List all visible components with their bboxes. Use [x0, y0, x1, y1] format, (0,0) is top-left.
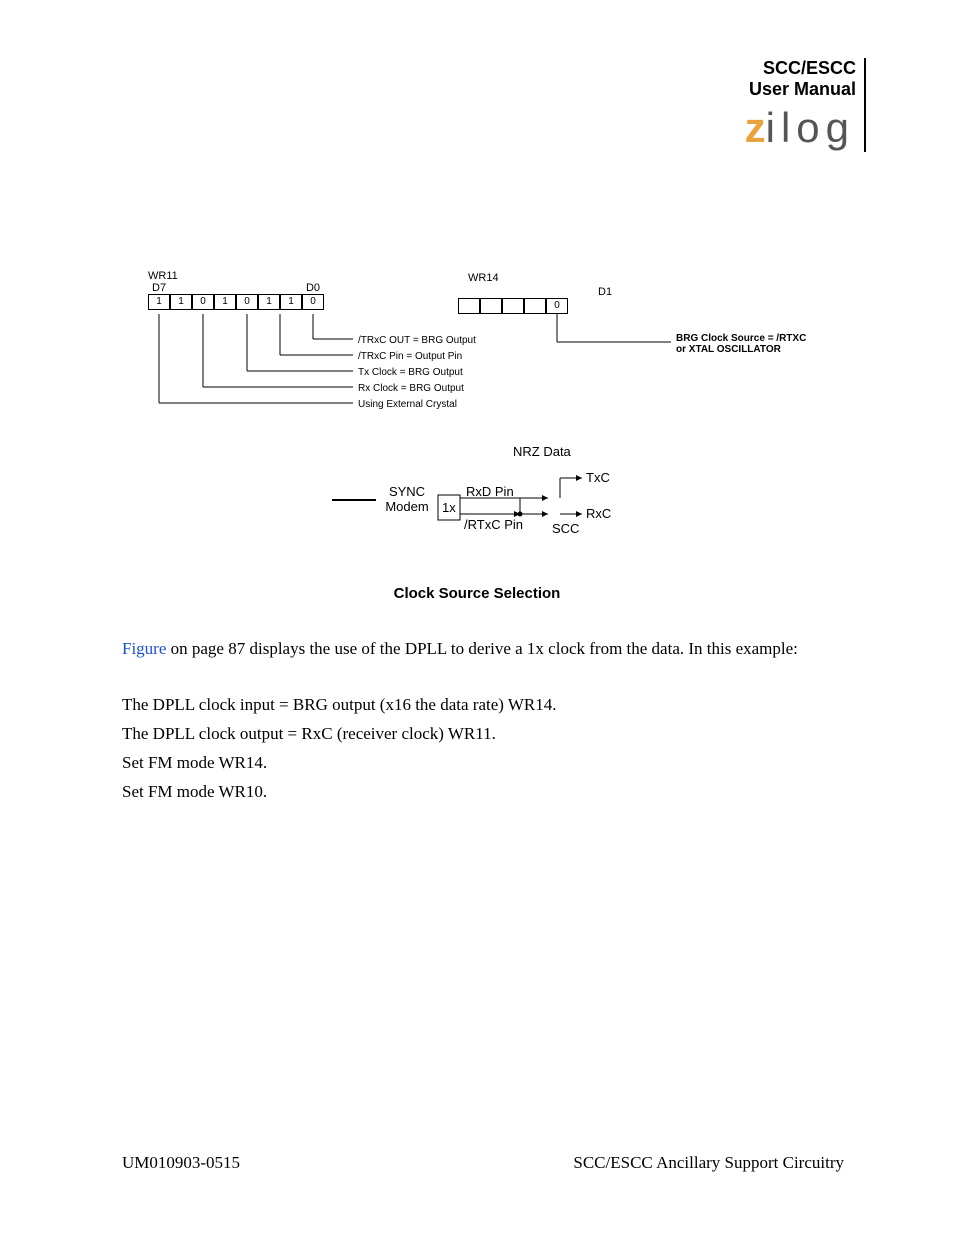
header-vertical-rule	[864, 58, 866, 152]
wr11-bit-5: 0	[192, 294, 214, 310]
wr11-bit-4: 1	[214, 294, 236, 310]
body-line-4: Set FM mode WR14.	[122, 751, 842, 775]
wr11-note-1: /TRxC Pin = Output Pin	[358, 349, 476, 365]
scc-label: SCC	[552, 521, 579, 536]
wr11-msb-label: D7	[152, 282, 166, 294]
wr14-bit-blank-3	[480, 298, 502, 314]
one-x-label: 1x	[442, 500, 456, 515]
wr14-label: WR14	[468, 272, 568, 284]
zilog-logo: zilog	[745, 104, 855, 152]
wr14-bit-0: 0	[546, 298, 568, 314]
wr11-note-4: Using External Crystal	[358, 397, 476, 413]
figure-caption: Clock Source Selection	[0, 585, 954, 602]
wr14-bit-blank-2	[502, 298, 524, 314]
body-p1-rest: on page 87 displays the use of the DPLL …	[166, 639, 798, 658]
body-line-3: The DPLL clock output = RxC (receiver cl…	[122, 722, 842, 746]
figure-cross-reference[interactable]: Figure	[122, 639, 166, 658]
wr14-note: BRG Clock Source = /RTXC or XTAL OSCILLA…	[676, 333, 806, 355]
doc-title-line2: User Manual	[749, 79, 856, 100]
wr11-label: WR11	[148, 270, 324, 282]
wr11-bit-2: 1	[258, 294, 280, 310]
wr11-bit-6: 1	[170, 294, 192, 310]
wr11-note-2: Tx Clock = BRG Output	[358, 365, 476, 381]
body-line-5: Set FM mode WR10.	[122, 780, 842, 804]
wr11-bit-1: 1	[280, 294, 302, 310]
footer-doc-number: UM010903-0515	[122, 1153, 240, 1173]
wr11-bit-7: 1	[148, 294, 170, 310]
logo-accent-letter: z	[745, 104, 766, 151]
wr14-bit-blank-1	[524, 298, 546, 314]
logo-rest: ilog	[766, 104, 855, 151]
txc-label: TxC	[586, 470, 610, 485]
wr14-bit-blank-4	[458, 298, 480, 314]
wr11-note-3: Rx Clock = BRG Output	[358, 381, 476, 397]
wr11-leader-lines	[148, 314, 358, 424]
wr11-lsb-label: D0	[306, 282, 320, 294]
wr11-note-0: /TRxC OUT = BRG Output	[358, 333, 476, 349]
doc-title-line1: SCC/ESCC	[749, 58, 856, 79]
wr14-leader-line	[546, 314, 676, 354]
wr14-lsb-label: D1	[598, 286, 612, 298]
doc-header: SCC/ESCC User Manual	[749, 58, 856, 100]
wr11-bit-3: 0	[236, 294, 258, 310]
sync-modem-label-1: SYNC	[389, 484, 425, 499]
body-line-2: The DPLL clock input = BRG output (x16 t…	[122, 693, 842, 717]
footer-section-title: SCC/ESCC Ancillary Support Circuitry	[573, 1153, 844, 1173]
clock-source-figure: WR11 D7 D0 1 1 0 1 0 1 1 0 WR14 0 D1	[148, 270, 838, 560]
rtxc-pin-label: /RTxC Pin	[464, 517, 523, 532]
wr11-bit-0: 0	[302, 294, 324, 310]
rxd-pin-label: RxD Pin	[466, 484, 514, 499]
sync-modem-label-2: Modem	[385, 499, 428, 514]
rxc-label: RxC	[586, 506, 611, 521]
body-paragraph-1: Figure on page 87 displays the use of th…	[122, 637, 842, 661]
